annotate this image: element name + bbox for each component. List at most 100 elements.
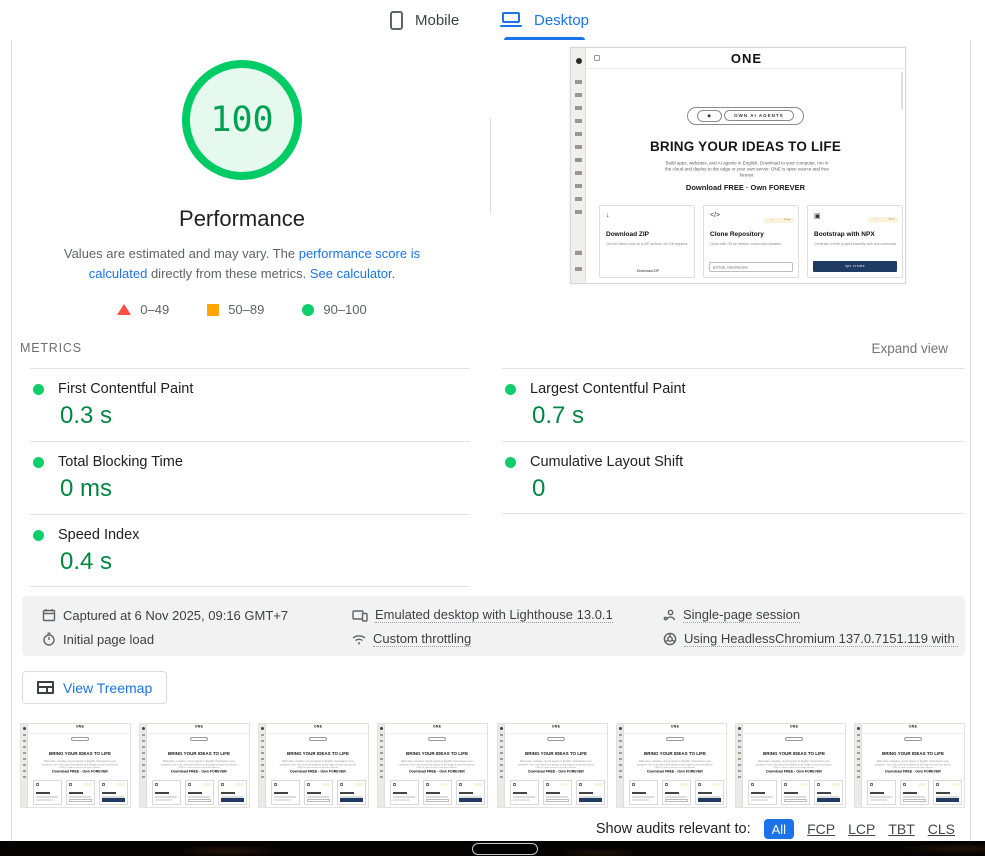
- frame-card: [867, 780, 896, 805]
- preview-sidebar: [571, 48, 586, 283]
- pass-dot-icon: [33, 384, 44, 395]
- frame-description: Build apps, websites, and AI agents in E…: [635, 760, 716, 768]
- card-badge: 224 runs: [887, 218, 895, 220]
- frame-sidebar: [855, 724, 862, 807]
- initial-page-load-text: Initial page load: [63, 632, 154, 647]
- star-dot-icon: ●: [770, 219, 773, 221]
- chromium-version-text[interactable]: Using HeadlessChromium 137.0.7151.119 wi…: [684, 631, 958, 647]
- frame-body: ONE BRING YOUR IDEAS TO LIFE Build apps,…: [863, 724, 964, 807]
- metric-speed-index[interactable]: Speed Index 0.4 s: [30, 514, 470, 587]
- metric-value: 0.3 s: [60, 402, 112, 430]
- metric-first-contentful-paint[interactable]: First Contentful Paint 0.3 s: [30, 368, 470, 441]
- card-title: Download ZIP: [606, 231, 649, 238]
- filter-lcp-link[interactable]: LCP: [848, 821, 875, 837]
- frame-card: [390, 780, 419, 805]
- metric-label: Speed Index: [58, 527, 139, 543]
- gauge-screenshot-divider: [490, 118, 491, 214]
- frame-badge-pill: [785, 737, 803, 741]
- frame-card: [748, 780, 777, 805]
- final-screenshot-thumbnail[interactable]: ONE ◆ OWN AI AGENTS BRING YOUR IDEAS TO …: [570, 47, 906, 284]
- frame-sidebar: [498, 724, 505, 807]
- runtime-settings-box: Captured at 6 Nov 2025, 09:16 GMT+7 Init…: [22, 596, 965, 656]
- frame-card: [337, 780, 366, 805]
- tab-mobile[interactable]: Mobile: [390, 0, 459, 40]
- category-title: Performance: [52, 206, 432, 232]
- filmstrip-frame: ONE BRING YOUR IDEAS TO LIFE Build apps,…: [258, 723, 369, 808]
- frame-card: [662, 780, 691, 805]
- legend-pass-label: 90–100: [323, 302, 366, 317]
- frame-logo: ONE: [148, 725, 249, 729]
- metrics-heading: METRICS: [20, 341, 82, 355]
- throttling-text[interactable]: Custom throttling: [373, 631, 471, 647]
- preview-badge-label: OWN AI AGENTS: [724, 110, 793, 121]
- filter-all-chip[interactable]: All: [764, 819, 794, 839]
- tab-mobile-label: Mobile: [415, 12, 459, 29]
- preview-logo: ONE: [586, 51, 906, 66]
- expand-view-button[interactable]: Expand view: [871, 341, 948, 356]
- lighthouse-report: Mobile Desktop 100 Performance Values ar…: [0, 0, 985, 856]
- pass-dot-icon: [33, 530, 44, 541]
- session-type-text[interactable]: Single-page session: [683, 607, 800, 623]
- disclaimer-text-3: .: [392, 266, 396, 281]
- view-treemap-button[interactable]: View Treemap: [22, 671, 167, 704]
- frame-heading: BRING YOUR IDEAS TO LIFE: [506, 751, 607, 756]
- performance-gauge[interactable]: 100: [182, 60, 302, 180]
- treemap-icon: [37, 681, 54, 694]
- initial-page-load: Initial page load: [42, 629, 154, 649]
- frame-card: [185, 780, 214, 805]
- metric-total-blocking-time[interactable]: Total Blocking Time 0 ms: [30, 441, 470, 514]
- view-treemap-label: View Treemap: [63, 680, 152, 696]
- code-icon: </>: [710, 212, 720, 219]
- preview-card-clone-repo: </> ● 181 stars Clone Repository Clone w…: [703, 205, 799, 278]
- captured-at: Captured at 6 Nov 2025, 09:16 GMT+7: [42, 605, 288, 625]
- filter-tbt-link[interactable]: TBT: [888, 821, 914, 837]
- frame-badge-pill: [666, 737, 684, 741]
- filmstrip-frame: ONE BRING YOUR IDEAS TO LIFE Build apps,…: [377, 723, 488, 808]
- frame-heading: BRING YOUR IDEAS TO LIFE: [386, 751, 487, 756]
- active-tab-underline: [504, 37, 585, 40]
- stopwatch-icon: [42, 632, 56, 646]
- frame-cta: Download FREE · Own FOREVER: [29, 770, 130, 774]
- frame-card: [271, 780, 300, 805]
- frame-cta: Download FREE · Own FOREVER: [744, 770, 845, 774]
- metric-value: 0.7 s: [532, 402, 584, 430]
- frame-card: [33, 780, 62, 805]
- performance-score: 100: [210, 100, 273, 140]
- metric-label: First Contentful Paint: [58, 381, 193, 397]
- frame-description: Build apps, websites, and AI agents in E…: [516, 760, 597, 768]
- metric-value: 0 ms: [60, 475, 112, 503]
- card-action-link: Download ZIP: [600, 270, 696, 274]
- frame-cta: Download FREE · Own FOREVER: [267, 770, 368, 774]
- frame-badge-pill: [71, 737, 89, 741]
- frame-description: Build apps, websites, and AI agents in E…: [158, 760, 239, 768]
- tab-desktop[interactable]: Desktop: [500, 0, 589, 40]
- dark-hero-pill: [472, 843, 538, 855]
- frame-logo: ONE: [386, 725, 487, 729]
- score-disclaimer: Values are estimated and may vary. The p…: [57, 244, 427, 284]
- filmstrip: ONE BRING YOUR IDEAS TO LIFE Build apps,…: [20, 723, 965, 808]
- metric-cumulative-layout-shift[interactable]: Cumulative Layout Shift 0: [502, 441, 965, 514]
- card-npx-button: npx create: [813, 261, 897, 272]
- frame-card: [629, 780, 658, 805]
- filter-fcp-link[interactable]: FCP: [807, 821, 835, 837]
- frame-card: [695, 780, 724, 805]
- frame-body: ONE BRING YOUR IDEAS TO LIFE Build apps,…: [267, 724, 368, 807]
- report-right-border: [970, 40, 971, 841]
- session-type: Single-page session: [663, 605, 800, 625]
- frame-sidebar: [140, 724, 147, 807]
- metric-largest-contentful-paint[interactable]: Largest Contentful Paint 0.7 s: [502, 368, 965, 441]
- preview-topbar: ONE: [586, 48, 906, 69]
- emulated-device-text[interactable]: Emulated desktop with Lighthouse 13.0.1: [375, 607, 613, 623]
- see-calculator-link[interactable]: See calculator: [310, 266, 392, 281]
- frame-cta: Download FREE · Own FOREVER: [863, 770, 964, 774]
- calendar-icon: [42, 608, 56, 622]
- frame-logo: ONE: [29, 725, 130, 729]
- filter-cls-link[interactable]: CLS: [928, 821, 955, 837]
- frame-description: Build apps, websites, and AI agents in E…: [39, 760, 120, 768]
- frame-card: [423, 780, 452, 805]
- frame-description: Build apps, websites, and AI agents in E…: [277, 760, 358, 768]
- frame-body: ONE BRING YOUR IDEAS TO LIFE Build apps,…: [744, 724, 845, 807]
- frame-body: ONE BRING YOUR IDEAS TO LIFE Build apps,…: [625, 724, 726, 807]
- frame-heading: BRING YOUR IDEAS TO LIFE: [267, 751, 368, 756]
- frame-card: [304, 780, 333, 805]
